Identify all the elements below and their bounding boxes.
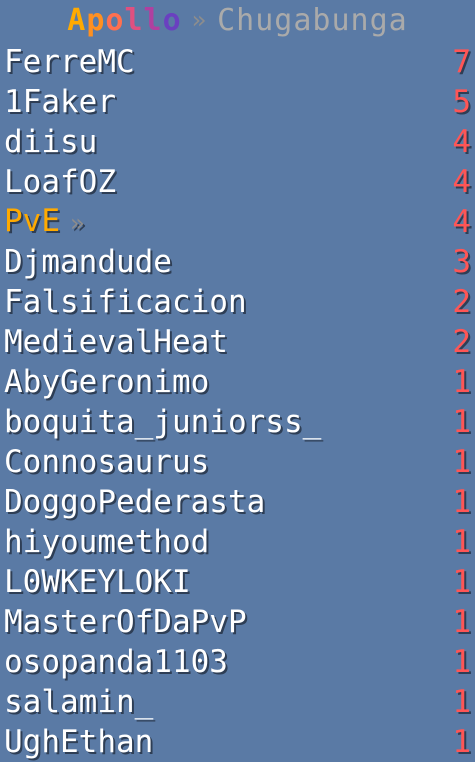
player-name: LoafOZ: [4, 162, 116, 202]
scoreboard-row: LoafOZ 4: [0, 162, 475, 202]
scoreboard-row: osopanda1103 1: [0, 642, 475, 682]
logo-letter: l: [124, 2, 144, 38]
player-name: UghEthan: [4, 722, 153, 762]
player-name-text: diisu: [4, 124, 98, 160]
player-name-text: Falsificacion: [4, 284, 247, 320]
scoreboard-row: Falsificacion 2: [0, 282, 475, 322]
player-score: 4: [452, 204, 471, 240]
player-name-text: Djmandude: [4, 244, 172, 280]
scoreboard-header: Apollo » Chugabunga: [0, 0, 475, 40]
player-score: 1: [452, 444, 471, 480]
logo-letter: l: [143, 2, 163, 38]
player-score: 5: [452, 84, 471, 120]
player-name-text: LoafOZ: [4, 164, 116, 200]
player-score: 1: [452, 724, 471, 760]
server-name: Chugabunga: [217, 2, 408, 38]
player-score: 3: [452, 244, 471, 280]
player-name: diisu: [4, 122, 97, 162]
scoreboard-row: hiyoumethod 1: [0, 522, 475, 562]
player-name: DoggoPederasta: [4, 482, 265, 522]
player-name-text: MedievalHeat: [4, 324, 228, 360]
player-name-text: AbyGeronimo: [4, 364, 210, 400]
header-separator: »: [191, 6, 208, 34]
scoreboard-row: DoggoPederasta 1: [0, 482, 475, 522]
player-name: FerreMC: [4, 42, 135, 82]
logo-letter: p: [86, 2, 106, 38]
scoreboard-row: L0WKEYLOKI 1: [0, 562, 475, 602]
scoreboard-row: 1Faker 5: [0, 82, 475, 122]
scoreboard-row: Connosaurus 1: [0, 442, 475, 482]
player-name: osopanda1103: [4, 642, 228, 682]
row-separator: »: [70, 209, 85, 237]
player-name-text: L0WKEYLOKI: [4, 564, 191, 600]
player-name: hiyoumethod: [4, 522, 209, 562]
player-score: 2: [452, 324, 471, 360]
player-name: L0WKEYLOKI: [4, 562, 191, 602]
player-score: 1: [452, 484, 471, 520]
server-logo-text: Apollo: [67, 3, 181, 38]
scoreboard-row: Djmandude 3: [0, 242, 475, 282]
scoreboard-row: PvE » 4: [0, 202, 475, 242]
player-name: salamin_: [4, 682, 153, 722]
player-name-text: hiyoumethod: [4, 524, 210, 560]
player-score: 1: [452, 524, 471, 560]
player-score: 2: [452, 284, 471, 320]
player-score: 1: [452, 684, 471, 720]
player-score: 1: [452, 404, 471, 440]
scoreboard-rows: FerreMC 7 1Faker 5 diisu 4 LoafOZ 4 PvE» 4 Djmandu…: [0, 42, 475, 762]
player-name: AbyGeronimo: [4, 362, 209, 402]
player-name-text: DoggoPederasta: [4, 484, 266, 520]
player-name-text: UghEthan: [4, 724, 154, 760]
player-name: 1Faker: [4, 82, 116, 122]
player-name: boquita_juniorss_: [4, 402, 321, 442]
player-name: Connosaurus: [4, 442, 209, 482]
player-score: 1: [452, 604, 471, 640]
player-name: Djmandude: [4, 242, 172, 282]
player-score: 1: [452, 644, 471, 680]
scoreboard-row: AbyGeronimo 1: [0, 362, 475, 402]
scoreboard-row: FerreMC 7: [0, 42, 475, 82]
player-name-text: 1Faker: [4, 84, 116, 120]
player-name-text: PvE: [4, 203, 60, 239]
player-score: 7: [452, 44, 471, 80]
scoreboard-row: MedievalHeat 2: [0, 322, 475, 362]
player-name: PvE »: [4, 201, 84, 243]
player-name-text: boquita_juniorss_: [4, 404, 322, 440]
player-name-text: FerreMC: [4, 44, 135, 80]
scoreboard-row: salamin_ 1: [0, 682, 475, 722]
logo-letter: A: [67, 2, 87, 38]
scoreboard-sidebar: Apollo » Chugabunga FerreMC 7 1Faker 5 diisu…: [0, 0, 475, 762]
player-name: MedievalHeat: [4, 322, 228, 362]
player-name: MasterOfDaPvP: [4, 602, 247, 642]
scoreboard-row: boquita_juniorss_ 1: [0, 402, 475, 442]
player-score: 4: [452, 164, 471, 200]
player-score: 1: [452, 564, 471, 600]
player-name-text: osopanda1103: [4, 644, 228, 680]
logo-letter: o: [162, 2, 182, 38]
scoreboard-row: diisu 4: [0, 122, 475, 162]
scoreboard-row: MasterOfDaPvP 1: [0, 602, 475, 642]
player-name-text: MasterOfDaPvP: [4, 604, 247, 640]
logo-letter: o: [105, 2, 125, 38]
player-score: 4: [452, 124, 471, 160]
scoreboard-row: UghEthan 1: [0, 722, 475, 762]
player-score: 1: [452, 364, 471, 400]
player-name-text: Connosaurus: [4, 444, 210, 480]
player-name: Falsificacion: [4, 282, 247, 322]
player-name-text: salamin_: [4, 684, 154, 720]
